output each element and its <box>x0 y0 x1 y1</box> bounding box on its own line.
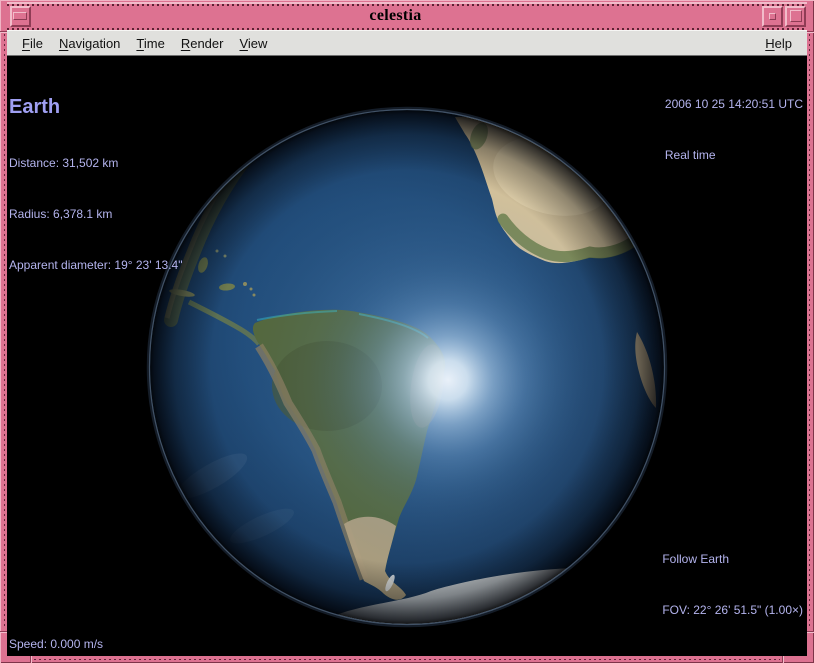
window-title: celestia <box>31 7 760 25</box>
maximize-button[interactable] <box>785 6 806 27</box>
titlebar[interactable]: celestia <box>7 2 807 30</box>
frame-corner-seam <box>807 31 814 33</box>
titlebar-buttons <box>760 6 806 27</box>
datetime-label: 2006 10 25 14:20:51 UTC <box>665 96 803 113</box>
menubar: File Navigation Time Render View Help <box>7 30 807 56</box>
frame-right-border[interactable] <box>809 34 810 629</box>
menu-help[interactable]: Help <box>757 34 800 53</box>
frame-corner-seam <box>807 631 814 633</box>
time-mode-label: Real time <box>665 147 803 164</box>
selection-radius: Radius: 6,378.1 km <box>9 206 182 223</box>
menu-navigation[interactable]: Navigation <box>51 34 128 53</box>
fov-label: FOV: 22° 26' 51.5" (1.00×) <box>662 602 803 619</box>
menu-file[interactable]: File <box>14 34 51 53</box>
frame-corner-seam <box>30 656 32 663</box>
menu-render[interactable]: Render <box>173 34 232 53</box>
maximize-icon <box>790 10 802 22</box>
selection-apparent-diameter: Apparent diameter: 19° 23' 13.4" <box>9 257 182 274</box>
frame-corner-seam <box>0 631 7 633</box>
selection-distance: Distance: 31,502 km <box>9 155 182 172</box>
window-menu-icon <box>13 12 27 20</box>
frame-bottom-border[interactable] <box>34 659 780 660</box>
menu-time[interactable]: Time <box>128 34 172 53</box>
limb-shading <box>149 109 665 625</box>
window-menu-button[interactable] <box>10 6 31 27</box>
selection-name: Earth <box>9 95 182 119</box>
frame-corner-seam <box>782 656 784 663</box>
menu-view[interactable]: View <box>231 34 275 53</box>
frame-left-border[interactable] <box>4 34 5 629</box>
iconify-icon <box>769 13 776 20</box>
frame-info: Follow Earth FOV: 22° 26' 51.5" (1.00×) <box>662 517 803 653</box>
frame-corner-seam <box>0 31 7 33</box>
speed-info: Speed: 0.000 m/s <box>9 636 103 653</box>
follow-label: Follow Earth <box>662 551 803 568</box>
iconify-button[interactable] <box>762 6 783 27</box>
titlebar-stipple-bottom <box>7 28 807 30</box>
selection-info: Earth Distance: 31,502 km Radius: 6,378.… <box>9 61 182 308</box>
app-window: celestia File Navigation Time Render Vie… <box>0 0 814 663</box>
time-info: 2006 10 25 14:20:51 UTC Real time <box>665 62 803 198</box>
viewport[interactable]: Earth Distance: 31,502 km Radius: 6,378.… <box>7 56 807 656</box>
titlebar-stipple-top <box>7 4 807 6</box>
